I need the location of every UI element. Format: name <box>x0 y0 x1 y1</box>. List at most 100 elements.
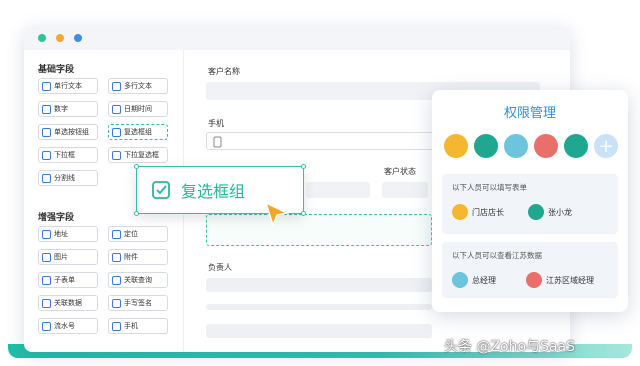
view-permission-box: 以下人员可以查看江苏数据 总经理 江苏区域经理 <box>442 242 618 298</box>
phone-input[interactable] <box>206 132 456 150</box>
field-label: 关联数据 <box>54 299 82 307</box>
number-icon <box>42 104 51 114</box>
field-item[interactable]: 下拉框 <box>38 147 98 163</box>
dropdown-checkbox-icon <box>112 150 121 160</box>
user-name: 张小龙 <box>548 207 572 217</box>
permission-title: 权限管理 <box>503 106 556 121</box>
checkbox-icon <box>152 181 170 199</box>
lookup-icon <box>112 275 121 285</box>
image-icon <box>42 252 51 262</box>
mobile-icon <box>213 136 222 148</box>
field-item[interactable]: 日期时间 <box>108 101 168 117</box>
dragging-checkbox-group-card[interactable]: 复选框组 <box>134 164 306 227</box>
field-item[interactable]: 图片 <box>38 249 98 265</box>
user-name: 门店店长 <box>472 207 504 217</box>
avatar <box>452 204 468 220</box>
field-item[interactable]: 定位 <box>108 226 168 242</box>
divider-icon <box>42 173 51 183</box>
avatar[interactable] <box>534 134 558 158</box>
field-label: 分割线 <box>54 174 75 182</box>
avatar <box>526 272 542 288</box>
phone-label: 手机 <box>208 119 224 128</box>
customer-name-label: 客户名称 <box>208 67 240 76</box>
field-label: 数字 <box>54 105 68 113</box>
resize-handle[interactable] <box>134 211 139 216</box>
field-item[interactable]: 单选按钮组 <box>38 124 98 140</box>
placeholder-line <box>206 304 432 310</box>
field-item[interactable]: 关联数据 <box>38 295 98 311</box>
field-item[interactable]: 子表单 <box>38 272 98 288</box>
checkbox-icon <box>112 127 121 137</box>
field-item[interactable]: 下拉复选框 <box>108 147 168 163</box>
cursor-arrow-icon <box>264 201 289 227</box>
avatar[interactable] <box>504 134 528 158</box>
multi-line-text-icon <box>112 81 121 91</box>
field-label: 手写签名 <box>124 299 152 307</box>
add-user-icon[interactable]: + <box>594 134 618 158</box>
watermark: 头条 @Zoho与SaaS <box>444 339 575 355</box>
resize-handle[interactable] <box>134 164 139 169</box>
attachment-icon <box>112 252 121 262</box>
field-item[interactable]: 手写签名 <box>108 295 168 311</box>
status-input-a[interactable] <box>306 182 370 198</box>
field-item[interactable]: 复选框组 <box>108 124 168 140</box>
field-item[interactable]: 地址 <box>38 226 98 242</box>
field-item[interactable]: 多行文本 <box>108 78 168 94</box>
avatar[interactable] <box>444 134 468 158</box>
field-label: 多行文本 <box>124 82 152 90</box>
field-item[interactable]: 数字 <box>38 101 98 117</box>
signature-icon <box>112 298 121 308</box>
field-label: 流水号 <box>54 322 75 330</box>
field-item[interactable]: 手机 <box>108 318 168 334</box>
field-item[interactable]: 分割线 <box>38 170 98 186</box>
view-permission-title: 以下人员可以查看江苏数据 <box>452 251 542 260</box>
phone-icon <box>112 321 121 331</box>
status-input-b[interactable] <box>382 182 428 198</box>
user-chip[interactable]: 总经理 <box>452 272 496 288</box>
field-label: 关联查询 <box>124 276 152 284</box>
related-data-icon <box>42 298 51 308</box>
field-item[interactable]: 单行文本 <box>38 78 98 94</box>
dropdown-icon <box>42 150 51 160</box>
blue-window-dot <box>74 34 82 42</box>
avatar[interactable] <box>474 134 498 158</box>
radio-icon <box>42 127 51 137</box>
field-label: 手机 <box>124 322 138 330</box>
user-chip[interactable]: 门店店长 <box>452 204 504 220</box>
customer-status-label: 客户状态 <box>384 167 416 176</box>
drag-card-label: 复选框组 <box>181 182 246 201</box>
field-label: 单行文本 <box>54 82 82 90</box>
field-label: 图片 <box>54 253 68 261</box>
field-label: 日期时间 <box>124 105 152 113</box>
single-line-text-icon <box>42 81 51 91</box>
field-item[interactable]: 流水号 <box>38 318 98 334</box>
fill-permission-title: 以下人员可以填写表单 <box>452 183 527 192</box>
field-label: 下拉框 <box>54 151 75 159</box>
serial-number-icon <box>42 321 51 331</box>
field-item[interactable]: 关联查询 <box>108 272 168 288</box>
field-label: 地址 <box>54 230 68 238</box>
user-chip[interactable]: 张小龙 <box>528 204 572 220</box>
location-icon <box>42 229 51 239</box>
user-chip[interactable]: 江苏区域经理 <box>526 272 594 288</box>
user-name: 江苏区域经理 <box>546 275 594 285</box>
field-label: 单选按钮组 <box>54 128 89 136</box>
subform-icon <box>42 275 51 285</box>
avatar <box>528 204 544 220</box>
placeholder-block <box>206 324 432 338</box>
datetime-icon <box>112 104 121 114</box>
drop-zone[interactable] <box>206 214 432 246</box>
resize-handle[interactable] <box>301 164 306 169</box>
field-label: 复选框组 <box>124 128 152 136</box>
field-item[interactable]: 附件 <box>108 249 168 265</box>
owner-input[interactable] <box>206 278 432 292</box>
basic-fields-title: 基础字段 <box>38 65 75 75</box>
avatar <box>452 272 468 288</box>
avatar[interactable] <box>564 134 588 158</box>
green-window-dot <box>38 34 46 42</box>
title-bar <box>24 26 570 50</box>
resize-handle[interactable] <box>301 211 306 216</box>
owner-label: 负责人 <box>208 263 232 272</box>
orange-window-dot <box>56 34 64 42</box>
user-name: 总经理 <box>472 275 496 285</box>
